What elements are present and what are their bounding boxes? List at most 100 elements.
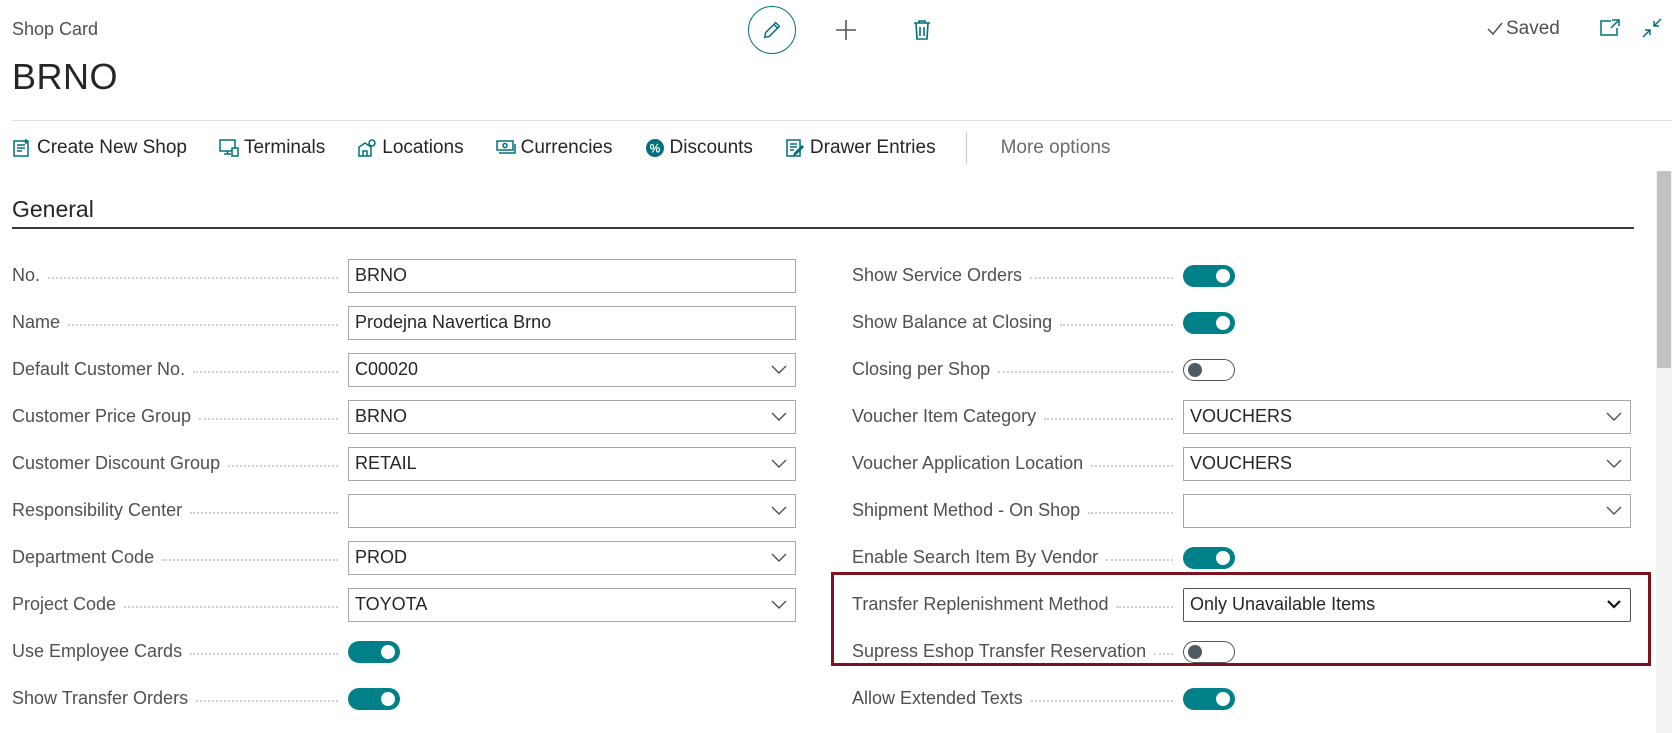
terminals-action[interactable]: Terminals [219,137,325,159]
enable-search-item-by-vendor-toggle[interactable] [1183,546,1235,569]
voucher-item-category-value: VOUCHERS [1190,406,1293,426]
toggle-knob [1216,691,1230,706]
project-code-value: TOYOTA [355,594,428,614]
transfer-replenishment-method-value: Only Unavailable Items [1190,594,1376,614]
name-input[interactable]: Prodejna Navertica Brno [348,305,796,340]
drawer-entries-action[interactable]: Drawer Entries [785,137,936,159]
chevron-down-icon[interactable] [769,600,789,610]
plus-icon [836,20,856,40]
field-row-use-employee-cards: Use Employee Cards [12,628,796,675]
pencil-icon [763,21,781,39]
leader-dots [998,370,1173,373]
no-input[interactable]: BRNO [348,258,796,293]
show-transfer-orders-label: Show Transfer Orders [12,688,189,708]
leader-dots [1154,652,1173,655]
supress-eshop-transfer-reservation-toggle[interactable] [1183,640,1235,663]
leader-dots [1030,699,1173,702]
default-customer-select[interactable]: C00020 [348,352,796,387]
currencies-action[interactable]: Currencies [495,137,613,159]
delete-button[interactable] [902,10,942,50]
transfer-replenishment-method-select[interactable]: Only Unavailable Items [1183,587,1631,622]
leader-dots [1088,511,1173,514]
discount-group-label: Customer Discount Group [12,453,221,473]
field-row-enable-search-item-by-vendor: Enable Search Item By Vendor [852,534,1631,581]
project-code-select[interactable]: TOYOTA [348,587,796,622]
collapse-button[interactable] [1640,16,1664,40]
field-row-show-service-orders: Show Service Orders [852,252,1631,299]
create-new-shop-action[interactable]: Create New Shop [12,137,187,159]
voucher-application-location-select[interactable]: VOUCHERS [1183,446,1631,481]
leader-dots [228,464,338,467]
enable-search-item-by-vendor-label: Enable Search Item By Vendor [852,547,1099,567]
show-transfer-orders-toggle[interactable] [348,687,400,710]
department-code-value: PROD [355,547,408,567]
price-group-select[interactable]: BRNO [348,399,796,434]
toggle-knob [1188,362,1202,377]
allow-extended-texts-label: Allow Extended Texts [852,688,1023,708]
closing-per-shop-toggle[interactable] [1183,358,1235,381]
field-row-no: No. BRNO [12,252,796,299]
use-employee-cards-toggle[interactable] [348,640,400,663]
discounts-action[interactable]: % Discounts [645,137,753,159]
supress-eshop-transfer-reservation-label: Supress Eshop Transfer Reservation [852,641,1147,661]
leader-dots [162,558,338,561]
leader-dots [190,511,338,514]
chevron-down-icon[interactable] [769,365,789,375]
leader-dots [48,276,338,279]
leader-dots [1044,417,1173,420]
section-title-general[interactable]: General [12,196,94,223]
chevron-down-icon[interactable] [1604,600,1624,609]
chevron-down-icon[interactable] [1604,459,1624,469]
voucher-item-category-label: Voucher Item Category [852,406,1037,426]
allow-extended-texts-toggle[interactable] [1183,687,1235,710]
page-caption: Shop Card [12,19,99,39]
responsibility-center-select[interactable] [348,493,796,528]
leader-dots [1116,605,1173,608]
department-code-select[interactable]: PROD [348,540,796,575]
field-row-show-balance-at-closing: Show Balance at Closing [852,299,1631,346]
leader-dots [196,699,338,702]
leader-dots [1030,276,1173,279]
open-new-window-button[interactable] [1598,16,1622,40]
locations-label: Locations [382,137,464,158]
chevron-down-icon[interactable] [1604,506,1624,516]
field-row-department-code: Department Code PROD [12,534,796,581]
terminals-label: Terminals [243,137,326,158]
voucher-application-location-value: VOUCHERS [1190,453,1293,473]
edit-button[interactable] [748,6,796,54]
header-actions [748,6,942,54]
name-label: Name [12,312,61,332]
no-value: BRNO [355,265,408,285]
no-label: No. [12,265,41,285]
scrollbar-thumb[interactable] [1657,171,1671,368]
discount-group-select[interactable]: RETAIL [348,446,796,481]
field-row-supress-eshop-transfer-reservation: Supress Eshop Transfer Reservation [852,628,1631,675]
transfer-replenishment-method-label: Transfer Replenishment Method [852,594,1109,614]
more-options-button[interactable]: More options [1001,137,1111,159]
voucher-item-category-select[interactable]: VOUCHERS [1183,399,1631,434]
chevron-down-icon[interactable] [769,412,789,422]
locations-action[interactable]: Locations [357,137,464,159]
chevron-down-icon[interactable] [1604,412,1624,422]
use-employee-cards-label: Use Employee Cards [12,641,183,661]
location-icon [358,139,377,157]
saved-status: Saved [1486,18,1560,40]
field-row-default-customer: Default Customer No. C00020 [12,346,796,393]
department-code-label: Department Code [12,547,155,567]
discounts-label: Discounts [669,137,753,158]
show-balance-at-closing-toggle[interactable] [1183,311,1235,334]
saved-label: Saved [1506,18,1560,39]
shipment-method-select[interactable] [1183,493,1631,528]
scrollbar[interactable] [1656,171,1672,733]
create-shop-icon [13,139,29,157]
currencies-label: Currencies [520,137,613,158]
chevron-down-icon[interactable] [769,459,789,469]
chevron-down-icon[interactable] [769,506,789,516]
drawer-entries-label: Drawer Entries [809,137,936,158]
leader-dots [199,417,338,420]
closing-per-shop-label: Closing per Shop [852,359,991,379]
chevron-down-icon[interactable] [769,553,789,563]
show-service-orders-toggle[interactable] [1183,264,1235,287]
new-button[interactable] [826,10,866,50]
checkmark-icon [1487,22,1503,36]
